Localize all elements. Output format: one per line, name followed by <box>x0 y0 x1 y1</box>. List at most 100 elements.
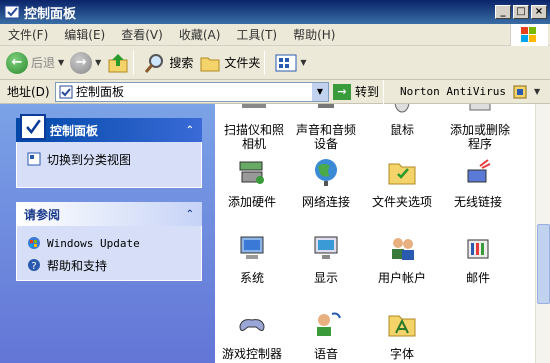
toolbar: ← 后退 ▼ → ▼ 搜索 文件夹 ▼ <box>0 46 550 80</box>
views-button[interactable]: ▼ <box>275 53 307 73</box>
user-accounts-item[interactable]: 用户帐户 <box>363 232 441 285</box>
windows-logo-icon <box>510 24 548 46</box>
menu-help[interactable]: 帮助(H) <box>285 26 343 43</box>
item-label: 无线链接 <box>453 195 502 209</box>
folder-options-item[interactable]: 文件夹选项 <box>363 156 441 209</box>
item-label: 添加硬件 <box>227 195 276 209</box>
toolbar-separator <box>133 50 135 75</box>
scanners-and-cameras-item[interactable]: 扫描仪和照相机 <box>215 104 293 151</box>
control-panel-icon <box>20 114 46 140</box>
mouse-item[interactable]: 鼠标 <box>363 104 441 137</box>
address-label: 地址(D) <box>7 85 50 99</box>
chevron-down-icon: ▼ <box>300 58 307 67</box>
menu-tools[interactable]: 工具(T) <box>228 26 285 43</box>
control-panel-icon <box>59 85 73 98</box>
search-label: 搜索 <box>169 56 194 70</box>
display-item[interactable]: 显示 <box>287 232 365 285</box>
go-label: 转到 <box>355 85 380 99</box>
address-value: 控制面板 <box>76 85 125 99</box>
wireless-link-icon <box>467 159 491 183</box>
item-label: 扫描仪和照相机 <box>223 123 284 151</box>
add-remove-programs-icon <box>469 104 491 111</box>
user-accounts-icon <box>392 238 414 260</box>
game-controllers-item[interactable]: 游戏控制器 <box>215 308 291 361</box>
windows-update-icon <box>28 237 40 249</box>
close-button[interactable]: × <box>531 5 547 19</box>
item-label: 网络连接 <box>301 195 350 209</box>
speaker-icon <box>318 104 334 108</box>
see-also-section-body: Windows Update ? 帮助和支持 <box>16 226 202 281</box>
help-and-support-label: 帮助和支持 <box>47 258 108 273</box>
menu-favorites[interactable]: 收藏(A) <box>171 26 229 43</box>
item-label: 字体 <box>389 347 414 361</box>
go-arrow-icon: → <box>333 83 351 100</box>
item-label: 鼠标 <box>389 123 414 137</box>
search-button[interactable]: 搜索 <box>144 52 193 74</box>
folders-button[interactable]: 文件夹 <box>199 52 260 74</box>
control-panel-section-header[interactable]: 控制面板 ⌃ <box>16 114 202 142</box>
scanner-icon <box>242 104 266 108</box>
mail-item[interactable]: 邮件 <box>439 232 517 285</box>
menu-file[interactable]: 文件(F) <box>0 26 56 43</box>
chevron-down-icon: ▼ <box>58 58 65 67</box>
folder-icon <box>200 57 220 71</box>
mail-icon <box>467 239 489 259</box>
menu-edit[interactable]: 编辑(E) <box>56 26 113 43</box>
item-label: 邮件 <box>465 271 490 285</box>
help-and-support-link[interactable]: ? 帮助和支持 <box>27 254 191 276</box>
go-button[interactable]: → 转到 <box>333 83 379 100</box>
mouse-icon <box>394 104 410 113</box>
window-title: 控制面板 <box>24 6 77 22</box>
item-label: 文件夹选项 <box>371 195 432 209</box>
folders-label: 文件夹 <box>224 56 261 70</box>
minimize-button[interactable]: _ <box>495 5 511 19</box>
chevron-down-icon: ▼ <box>95 58 102 67</box>
category-view-icon <box>27 152 41 166</box>
menu-view[interactable]: 查看(V) <box>113 26 171 43</box>
views-icon <box>275 54 297 71</box>
fonts-item[interactable]: 字体 <box>363 308 441 361</box>
collapse-icon[interactable]: ⌃ <box>186 209 194 220</box>
chevron-down-icon[interactable]: ▼ <box>312 82 328 101</box>
title-bar: 控制面板 _ □ × <box>0 0 550 24</box>
add-hardware-item[interactable]: 添加硬件 <box>215 156 291 209</box>
address-input[interactable]: 控制面板 ▼ <box>55 81 329 102</box>
item-label: 声音和音频设备 <box>295 123 356 151</box>
collapse-icon[interactable]: ⌃ <box>186 125 194 136</box>
network-connections-item[interactable]: 网络连接 <box>287 156 365 209</box>
address-bar: 地址(D) 控制面板 ▼ → 转到 Norton AntiVirus ▼ <box>0 79 550 104</box>
system-item[interactable]: 系统 <box>215 232 291 285</box>
back-arrow-icon: ← <box>6 51 28 74</box>
add-remove-programs-item[interactable]: 添加或删除程序 <box>441 104 519 151</box>
norton-icon[interactable] <box>512 84 528 100</box>
task-pane: 控制面板 ⌃ 切换到分类视图 请参阅 ⌃ Windows Update ? 帮助… <box>0 104 215 363</box>
back-label: 后退 <box>31 56 56 70</box>
forward-button[interactable]: → ▼ <box>70 51 102 74</box>
control-panel-section-body: 切换到分类视图 <box>16 142 202 188</box>
back-button[interactable]: ← 后退 ▼ <box>6 51 65 74</box>
speech-item[interactable]: 语音 <box>287 308 365 361</box>
item-label: 系统 <box>239 271 264 285</box>
folder-options-icon <box>388 163 416 185</box>
windows-update-link[interactable]: Windows Update <box>27 232 191 254</box>
menu-bar: 文件(F) 编辑(E) 查看(V) 收藏(A) 工具(T) 帮助(H) <box>0 24 550 46</box>
norton-antivirus-label[interactable]: Norton AntiVirus <box>400 85 506 98</box>
scrollbar-thumb[interactable] <box>537 224 550 304</box>
wireless-link-item[interactable]: 无线链接 <box>439 156 517 209</box>
item-label: 显示 <box>313 271 338 285</box>
add-hardware-icon <box>239 161 264 184</box>
chevron-down-icon[interactable]: ▼ <box>534 87 540 96</box>
vertical-scrollbar[interactable] <box>535 104 550 363</box>
sounds-and-audio-item[interactable]: 声音和音频设备 <box>287 104 365 151</box>
control-panel-section-title: 控制面板 <box>50 123 99 138</box>
folder-up-icon <box>108 53 128 72</box>
item-label: 用户帐户 <box>377 271 426 285</box>
forward-arrow-icon: → <box>70 51 93 74</box>
item-label: 添加或删除程序 <box>449 123 510 151</box>
see-also-section-header[interactable]: 请参阅 ⌃ <box>16 202 202 226</box>
up-button[interactable] <box>107 52 129 74</box>
switch-to-category-view-label: 切换到分类视图 <box>47 152 132 167</box>
switch-to-category-view-link[interactable]: 切换到分类视图 <box>27 148 191 170</box>
item-label: 游戏控制器 <box>221 347 282 361</box>
maximize-button[interactable]: □ <box>513 5 529 19</box>
